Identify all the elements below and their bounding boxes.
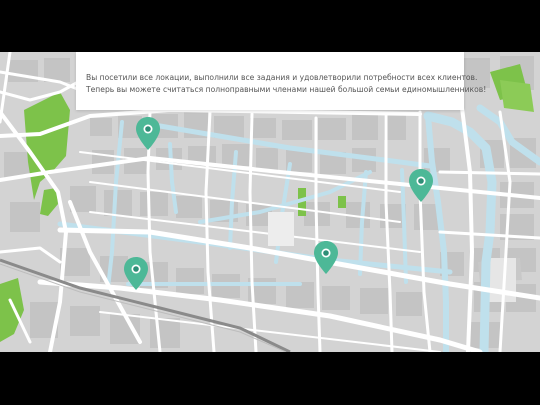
completion-message-card: Вы посетили все локации, выполнили все з… — [76, 52, 487, 110]
map-marker-icon — [136, 117, 160, 150]
map-marker-icon — [409, 169, 433, 202]
completion-message-line-1: Вы посетили все локации, выполнили все з… — [86, 73, 478, 82]
completion-message-line-2: Теперь вы можете считаться полноправными… — [86, 85, 487, 94]
location-pin-1[interactable] — [135, 116, 161, 152]
location-pin-4[interactable] — [123, 256, 149, 292]
location-pin-2[interactable] — [408, 168, 434, 204]
location-pin-3[interactable] — [313, 240, 339, 276]
map-screen: Вы посетили все локации, выполнили все з… — [0, 0, 540, 405]
map-marker-icon — [124, 257, 148, 290]
map-marker-icon — [314, 241, 338, 274]
